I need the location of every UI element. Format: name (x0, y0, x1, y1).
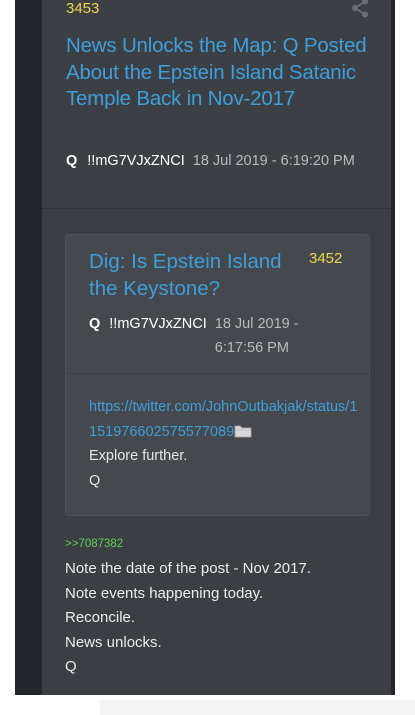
post-number[interactable]: 3453 (66, 0, 99, 18)
quoted-line: Q (89, 472, 101, 489)
folder-icon[interactable] (234, 424, 252, 438)
body-line: Q (65, 658, 77, 675)
quoted-post-header: Dig: Is Epstein Island the Keystone? 345… (66, 235, 369, 374)
post-card: 3453 News Unlocks the Map: Q Posted Abou… (42, 0, 391, 695)
body-line: Reconcile. (65, 609, 136, 626)
twitter-link[interactable]: https://twitter.com/JohnOutbakjak/status… (89, 399, 357, 440)
post-title[interactable]: News Unlocks the Map: Q Posted About the… (66, 33, 371, 113)
author-tripcode: !!mG7VJxZNCI (87, 153, 185, 169)
reply-reference-link[interactable]: >>7087382 (65, 538, 123, 550)
post-date: 18 Jul 2019 - 6:19:20 PM (192, 153, 355, 169)
quoted-post-meta: Q !!mG7VJxZNCI 18 Jul 2019 - 6:17:56 PM (89, 312, 359, 360)
body-line: Note events happening today. (65, 584, 264, 602)
post-body: Note the date of the post - Nov 2017. No… (65, 557, 375, 680)
body-line: News unlocks. (65, 633, 162, 651)
quoted-post-date: 18 Jul 2019 - 6:17:56 PM (214, 316, 299, 356)
post-header: 3453 News Unlocks the Map: Q Posted Abou… (42, 0, 391, 209)
quoted-author-name: Q (89, 316, 101, 332)
share-icon[interactable] (351, 0, 369, 18)
quoted-post-title[interactable]: Dig: Is Epstein Island the Keystone? (89, 249, 304, 302)
body-line: Note the date of the post - Nov 2017. (65, 560, 311, 577)
quoted-author-tripcode: !!mG7VJxZNCI (109, 316, 207, 332)
quoted-post: Dig: Is Epstein Island the Keystone? 345… (65, 234, 370, 516)
page-bottom-edge (100, 700, 415, 715)
author-name: Q (66, 153, 78, 169)
post-meta: Q !!mG7VJxZNCI 18 Jul 2019 - 6:19:20 PM (66, 149, 381, 173)
page-frame: 3453 News Unlocks the Map: Q Posted Abou… (15, 0, 395, 695)
quoted-post-number[interactable]: 3452 (309, 250, 342, 267)
quoted-line: Explore further. (89, 448, 188, 464)
quoted-post-body: https://twitter.com/JohnOutbakjak/status… (89, 395, 359, 493)
